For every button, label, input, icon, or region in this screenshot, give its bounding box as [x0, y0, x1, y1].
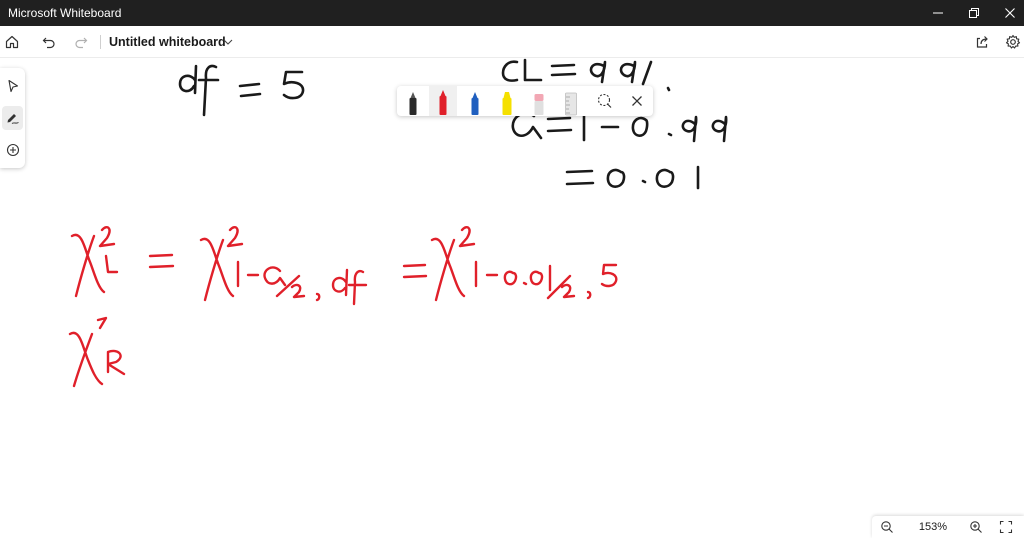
chevron-down-icon[interactable]: [221, 35, 235, 49]
select-tool-button[interactable]: [2, 74, 23, 98]
home-button[interactable]: [2, 32, 22, 52]
pen-icon: [471, 92, 479, 115]
share-button[interactable]: [972, 32, 992, 52]
restore-icon: [969, 8, 979, 18]
close-icon: [1005, 8, 1015, 18]
undo-icon: [42, 37, 55, 49]
app-title: Microsoft Whiteboard: [8, 6, 122, 20]
minimize-icon: [933, 12, 943, 14]
board-title[interactable]: Untitled whiteboard: [109, 35, 226, 49]
ruler-icon: [565, 92, 577, 116]
ruler-button[interactable]: [557, 86, 585, 116]
yellow-highlighter-button[interactable]: [493, 86, 521, 116]
pen-toolbar: [397, 86, 653, 116]
minimize-button[interactable]: [921, 0, 955, 26]
fit-screen-icon[interactable]: [999, 520, 1013, 534]
close-icon: [632, 96, 642, 106]
lasso-icon: [597, 93, 612, 108]
eraser-button[interactable]: [525, 86, 553, 116]
close-pen-toolbar-button[interactable]: [623, 86, 651, 116]
blue-pen-button[interactable]: [461, 86, 489, 116]
select-arrow-icon: [7, 79, 18, 93]
left-toolbar: [0, 68, 25, 168]
ink-layer: [68, 58, 728, 388]
highlighter-icon: [502, 92, 512, 115]
settings-button[interactable]: [1003, 32, 1023, 52]
home-icon: [5, 35, 19, 49]
redo-icon: [75, 37, 88, 49]
add-circle-icon: [6, 143, 19, 157]
restore-button[interactable]: [957, 0, 991, 26]
pen-ink-icon: [7, 114, 19, 124]
zoom-controls: 153%: [872, 516, 1024, 538]
close-window-button[interactable]: [993, 0, 1024, 26]
whiteboard-canvas[interactable]: [0, 58, 1024, 538]
command-bar: Untitled whiteboard: [0, 26, 1024, 58]
pen-icon: [409, 92, 417, 115]
gear-icon: [1005, 34, 1021, 49]
inking-tool-button[interactable]: [2, 106, 23, 130]
zoom-out-icon[interactable]: [880, 520, 894, 534]
handwritten-chi-square-right: [68, 316, 126, 388]
zoom-in-icon[interactable]: [969, 520, 983, 534]
lasso-select-button[interactable]: [591, 86, 619, 116]
handwritten-alpha-equals-1-minus-0-99: [511, 111, 728, 143]
title-bar: Microsoft Whiteboard: [0, 0, 1024, 26]
undo-button[interactable]: [39, 32, 59, 52]
black-pen-button[interactable]: [399, 86, 427, 116]
pen-icon: [439, 90, 447, 115]
redo-button[interactable]: [71, 32, 91, 52]
eraser-icon: [534, 94, 544, 115]
red-pen-button[interactable]: [429, 86, 457, 116]
command-separator: [100, 35, 101, 49]
zoom-level[interactable]: 153%: [918, 521, 948, 533]
share-icon: [976, 36, 988, 48]
handwritten-equals-0-01: [565, 165, 700, 190]
handwritten-df-equals-5: [178, 64, 305, 117]
add-content-button[interactable]: [2, 138, 23, 162]
handwritten-chi-square-left-formula: [70, 226, 618, 306]
